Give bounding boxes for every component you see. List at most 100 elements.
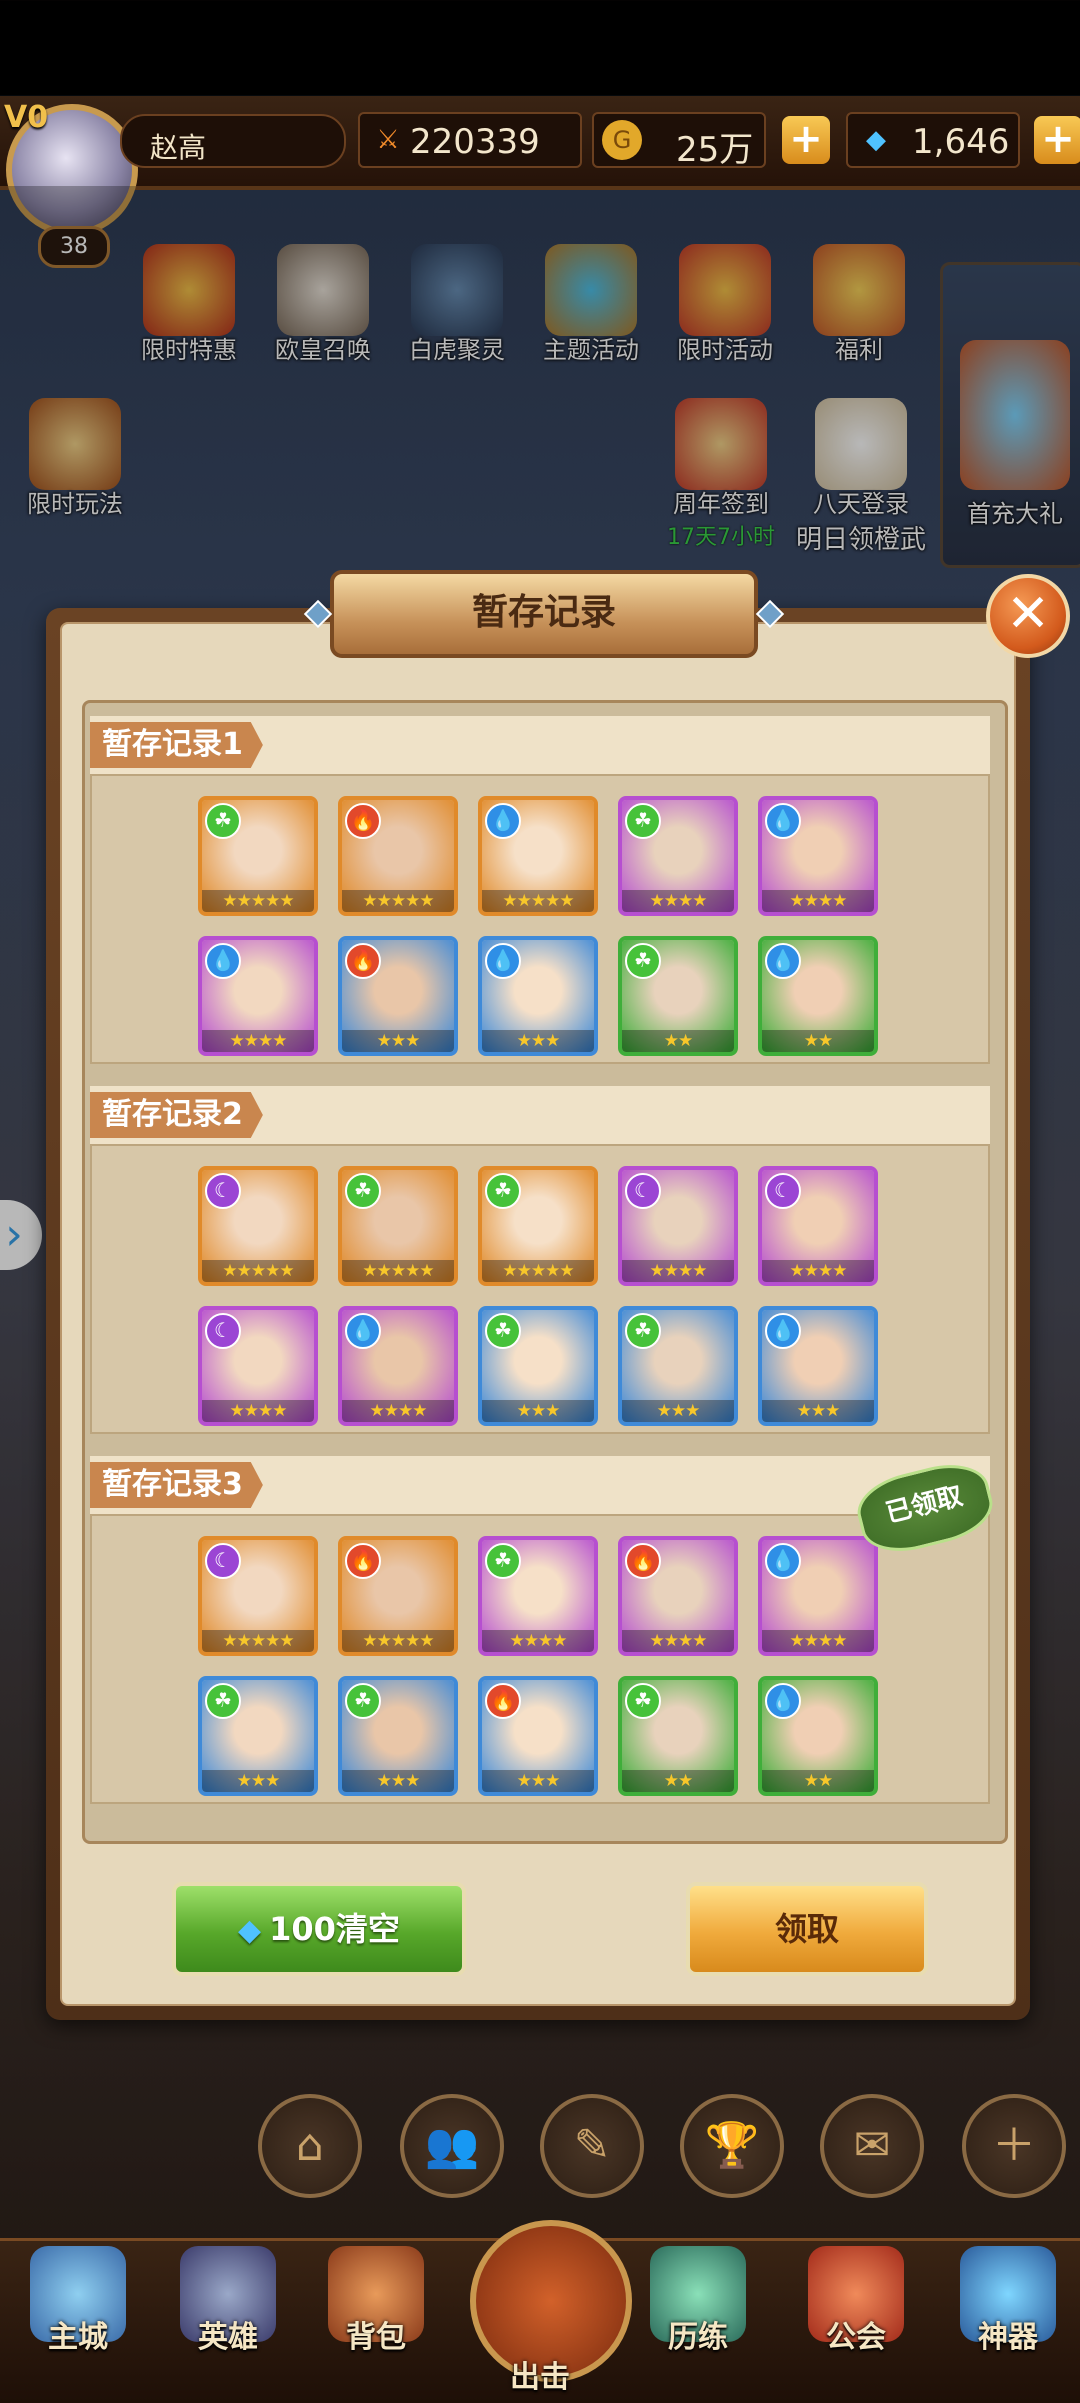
tasks-shortcut-button[interactable]: ✎ (540, 2094, 644, 2198)
friends-shortcut-button[interactable]: 👥 (400, 2094, 504, 2198)
hero-card[interactable]: ☾ ★★★★ (758, 1166, 878, 1286)
star-rating: ★★ (762, 1030, 874, 1052)
hero-card[interactable]: ☾ ★★★★ (618, 1166, 738, 1286)
hero-card[interactable]: 🔥 ★★★★★ (338, 1536, 458, 1656)
clear-button-label: 100清空 (269, 1910, 400, 1948)
wind-element-icon: ☘ (205, 803, 241, 839)
friends-icon: 👥 (424, 2120, 480, 2171)
task-list-icon: ✎ (573, 2120, 611, 2171)
hero-card[interactable]: 💧 ★★★★★ (478, 796, 598, 916)
star-rating: ★★★★ (202, 1030, 314, 1052)
nav-label: 公会 (826, 2320, 886, 2355)
hero-card[interactable]: ☘ ★★ (618, 936, 738, 1056)
nav-label: 主城 (48, 2320, 108, 2355)
hero-card[interactable]: ☾ ★★★★★ (198, 1166, 318, 1286)
player-name-box[interactable]: 赵高 (120, 114, 346, 168)
diamond-value: 1,646 (912, 122, 1010, 162)
water-element-icon: 💧 (765, 1683, 801, 1719)
nav-main-city[interactable]: 主城 (8, 2240, 148, 2356)
star-rating: ★★ (762, 1770, 874, 1792)
add-diamond-button[interactable]: + (1034, 116, 1080, 164)
home-icon: ⌂ (296, 2120, 324, 2171)
nav-guild[interactable]: 公会 (786, 2240, 926, 2356)
fire-element-icon: 🔥 (625, 1543, 661, 1579)
add-gold-button[interactable]: + (782, 116, 830, 164)
clear-button[interactable]: ◆ 100清空 (172, 1882, 466, 1976)
nav-attack[interactable]: 出击 (470, 2220, 632, 2396)
star-rating: ★★★★ (622, 1630, 734, 1652)
hero-card[interactable]: ☘ ★★★ (198, 1676, 318, 1796)
star-rating: ★★★★ (762, 890, 874, 912)
hero-card[interactable]: ☘ ★★★★★ (338, 1166, 458, 1286)
hero-card[interactable]: 💧 ★★★ (478, 936, 598, 1056)
wind-element-icon: ☘ (625, 803, 661, 839)
hero-card[interactable]: 💧 ★★ (758, 936, 878, 1056)
hero-card[interactable]: ☘ ★★ (618, 1676, 738, 1796)
nav-label: 神器 (978, 2320, 1038, 2355)
gold-value: 25万 (676, 130, 754, 170)
hero-card[interactable]: 🔥 ★★★★ (618, 1536, 738, 1656)
star-rating: ★★★★★ (202, 1630, 314, 1652)
water-element-icon: 💧 (485, 803, 521, 839)
player-name: 赵高 (150, 131, 207, 164)
water-element-icon: 💧 (765, 1543, 801, 1579)
water-element-icon: 💧 (205, 943, 241, 979)
hero-card[interactable]: ☘ ★★★ (478, 1306, 598, 1426)
diamond-icon: ◆ (866, 125, 886, 155)
home-shortcut-button[interactable]: ⌂ (258, 2094, 362, 2198)
wind-element-icon: ☘ (345, 1173, 381, 1209)
star-rating: ★★★ (482, 1030, 594, 1052)
star-rating: ★★★★ (202, 1400, 314, 1422)
record-header: 暂存记录2 (90, 1086, 990, 1146)
hero-card[interactable]: 💧 ★★★★ (338, 1306, 458, 1426)
fire-element-icon: 🔥 (485, 1683, 521, 1719)
hero-card[interactable]: ☾ ★★★★★ (198, 1536, 318, 1656)
hero-card[interactable]: ☘ ★★★★ (618, 796, 738, 916)
nav-artifact[interactable]: 神器 (938, 2240, 1078, 2356)
fire-element-icon: 🔥 (345, 1543, 381, 1579)
record-title: 暂存记录2 (90, 1092, 263, 1138)
hero-card[interactable]: ☘ ★★★★ (478, 1536, 598, 1656)
nav-label: 出击 (510, 2360, 570, 2395)
vip-badge: V0 (4, 100, 49, 135)
hero-card[interactable]: ☘ ★★★★★ (478, 1166, 598, 1286)
hero-card[interactable]: ☘ ★★★ (618, 1306, 738, 1426)
hero-card[interactable]: ☾ ★★★★ (198, 1306, 318, 1426)
hero-card[interactable]: 💧 ★★★★ (198, 936, 318, 1056)
star-rating: ★★★ (622, 1400, 734, 1422)
star-rating: ★★★★★ (342, 1630, 454, 1652)
star-rating: ★★★★ (762, 1260, 874, 1282)
more-shortcut-button[interactable]: ＋ (962, 2094, 1066, 2198)
star-rating: ★★★★ (762, 1630, 874, 1652)
nav-training[interactable]: 历练 (628, 2240, 768, 2356)
hero-card[interactable]: 💧 ★★★★ (758, 796, 878, 916)
star-rating: ★★★ (342, 1030, 454, 1052)
hero-card[interactable]: 🔥 ★★★★★ (338, 796, 458, 916)
hero-card[interactable]: 🔥 ★★★ (338, 936, 458, 1056)
claim-button-label: 领取 (774, 1910, 839, 1948)
water-element-icon: 💧 (765, 803, 801, 839)
hero-card[interactable]: ☘ ★★★ (338, 1676, 458, 1796)
hero-card[interactable]: ☘ ★★★★★ (198, 796, 318, 916)
close-button[interactable]: ✕ (986, 574, 1070, 658)
hero-card[interactable]: 💧 ★★ (758, 1676, 878, 1796)
star-rating: ★★★★★ (482, 1260, 594, 1282)
diamond-display: ◆ 1,646 + (846, 112, 1080, 168)
nav-backpack[interactable]: 背包 (306, 2240, 446, 2356)
water-element-icon: 💧 (485, 943, 521, 979)
nav-heroes[interactable]: 英雄 (158, 2240, 298, 2356)
dark-element-icon: ☾ (765, 1173, 801, 1209)
hero-card[interactable]: 💧 ★★★ (758, 1306, 878, 1426)
dark-element-icon: ☾ (205, 1543, 241, 1579)
water-element-icon: 💧 (345, 1313, 381, 1349)
ranking-shortcut-button[interactable]: 🏆 (680, 2094, 784, 2198)
fire-element-icon: 🔥 (345, 803, 381, 839)
nav-label: 历练 (668, 2320, 728, 2355)
claim-button[interactable]: 领取 (686, 1882, 928, 1976)
mail-shortcut-button[interactable]: ✉ (820, 2094, 924, 2198)
hero-card[interactable]: 💧 ★★★★ (758, 1536, 878, 1656)
diamond-icon: ◆ (238, 1913, 262, 1948)
star-rating: ★★★★★ (202, 1260, 314, 1282)
hero-card[interactable]: 🔥 ★★★ (478, 1676, 598, 1796)
nav-label: 背包 (346, 2320, 406, 2355)
